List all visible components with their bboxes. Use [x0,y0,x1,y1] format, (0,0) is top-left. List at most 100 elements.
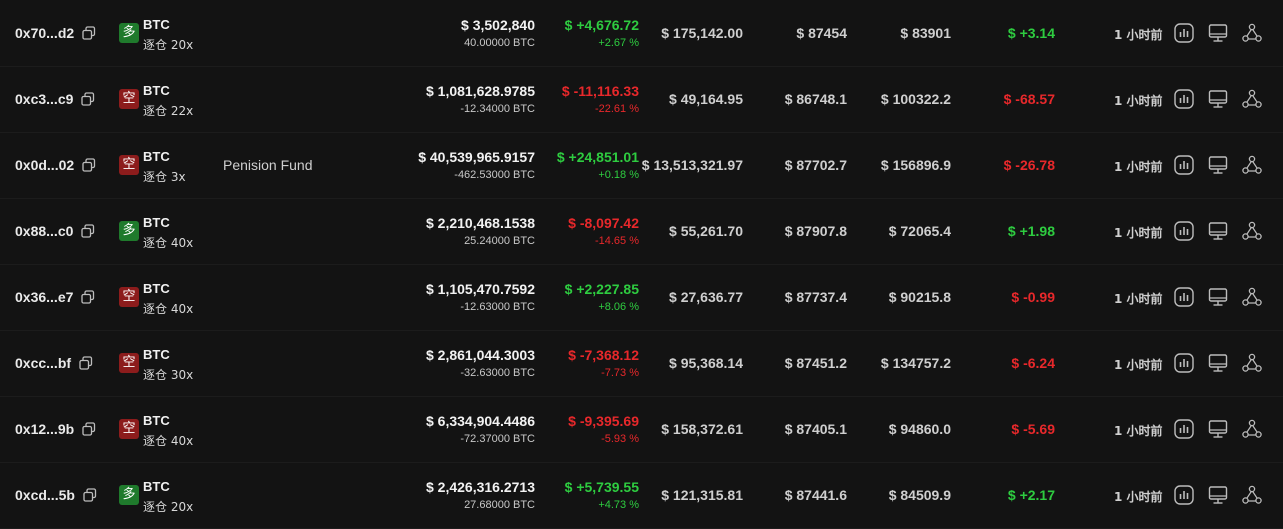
table-row[interactable]: 0xc3...c9 空 BTC 逐仓 22x $ 1,081,628.9785 … [0,66,1283,133]
wallet-address[interactable]: 0x36...e7 [15,289,95,305]
chart-icon[interactable] [1173,22,1195,44]
copy-icon[interactable] [81,92,95,106]
asset-symbol: BTC [143,479,170,494]
margin-mode: 逐仓 3x [143,170,186,184]
unrealized-pnl-percent: +4.73 % [598,499,639,511]
unrealized-pnl-percent: -22.61 % [594,103,639,115]
unrealized-pnl-percent: +8.06 % [598,301,639,313]
funding-fee: $ +3.14 [1007,25,1055,41]
chart-icon[interactable] [1173,154,1195,176]
copy-icon[interactable] [82,26,96,40]
copy-icon[interactable] [81,290,95,304]
chart-icon[interactable] [1173,352,1195,374]
table-row[interactable]: 0x70...d2 多 BTC 逐仓 20x $ 3,502,840 40.00… [0,0,1283,67]
wallet-address-text[interactable]: 0x0d...02 [15,157,74,173]
copy-icon[interactable] [79,356,93,370]
share-nodes-icon[interactable] [1241,352,1263,374]
wallet-address[interactable]: 0x88...c0 [15,223,95,239]
monitor-icon[interactable] [1207,220,1229,242]
wallet-address-text[interactable]: 0x88...c0 [15,223,73,239]
wallet-address-text[interactable]: 0xcc...bf [15,355,71,371]
wallet-address[interactable]: 0x12...9b [15,421,96,437]
unrealized-pnl: $ +4,676.72 [564,17,639,33]
share-nodes-icon[interactable] [1241,220,1263,242]
asset-symbol: BTC [143,83,170,98]
updated-time: 1 小时前 [1114,28,1163,42]
monitor-icon[interactable] [1207,418,1229,440]
share-nodes-icon[interactable] [1241,154,1263,176]
monitor-icon[interactable] [1207,484,1229,506]
position-value: $ 6,334,904.4486 [426,413,535,429]
wallet-address-text[interactable]: 0xcd...5b [15,487,75,503]
updated-time: 1 小时前 [1114,292,1163,306]
unrealized-pnl-percent: -7.73 % [601,367,639,379]
position-size: 40.00000 BTC [464,37,535,49]
monitor-icon[interactable] [1207,286,1229,308]
funding-fee: $ -68.57 [1003,91,1055,107]
share-nodes-icon[interactable] [1241,88,1263,110]
unrealized-pnl: $ +2,227.85 [564,281,639,297]
side-badge: 空 [119,287,139,307]
position-value: $ 2,861,044.3003 [426,347,535,363]
liquidation-price: $ 84509.9 [888,487,951,503]
chart-icon[interactable] [1173,418,1195,440]
chart-icon[interactable] [1173,88,1195,110]
copy-icon[interactable] [82,422,96,436]
monitor-icon[interactable] [1207,22,1229,44]
share-nodes-icon[interactable] [1241,484,1263,506]
position-value: $ 2,210,468.1538 [426,215,535,231]
table-row[interactable]: 0xcc...bf 空 BTC 逐仓 30x $ 2,861,044.3003 … [0,330,1283,397]
side-badge: 多 [119,23,139,43]
margin-amount: $ 175,142.00 [661,25,743,41]
margin-mode: 逐仓 22x [143,104,194,118]
side-badge: 空 [119,155,139,175]
position-value: $ 1,105,470.7592 [426,281,535,297]
copy-icon[interactable] [82,158,96,172]
funding-fee: $ +2.17 [1007,487,1055,503]
table-row[interactable]: 0xcd...5b 多 BTC 逐仓 20x $ 2,426,316.2713 … [0,462,1283,529]
chart-icon[interactable] [1173,286,1195,308]
position-value: $ 2,426,316.2713 [426,479,535,495]
updated-time: 1 小时前 [1114,226,1163,240]
table-row[interactable]: 0x0d...02 空 BTC 逐仓 3x Penision Fund $ 40… [0,132,1283,199]
share-nodes-icon[interactable] [1241,286,1263,308]
wallet-label: Penision Fund [223,157,313,173]
monitor-icon[interactable] [1207,352,1229,374]
wallet-address-text[interactable]: 0x36...e7 [15,289,73,305]
wallet-address[interactable]: 0xc3...c9 [15,91,95,107]
entry-price: $ 87702.7 [784,157,847,173]
wallet-address[interactable]: 0x70...d2 [15,25,96,41]
entry-price: $ 87441.6 [784,487,847,503]
chart-icon[interactable] [1173,220,1195,242]
side-badge: 空 [119,89,139,109]
table-row[interactable]: 0x88...c0 多 BTC 逐仓 40x $ 2,210,468.1538 … [0,198,1283,265]
wallet-address[interactable]: 0x0d...02 [15,157,96,173]
chart-icon[interactable] [1173,484,1195,506]
wallet-address-text[interactable]: 0xc3...c9 [15,91,73,107]
wallet-address-text[interactable]: 0x70...d2 [15,25,74,41]
copy-icon[interactable] [81,224,95,238]
monitor-icon[interactable] [1207,154,1229,176]
share-nodes-icon[interactable] [1241,418,1263,440]
position-value: $ 1,081,628.9785 [426,83,535,99]
liquidation-price: $ 100322.2 [880,91,951,107]
side-badge: 多 [119,485,139,505]
asset-symbol: BTC [143,149,170,164]
updated-time: 1 小时前 [1114,160,1163,174]
wallet-address[interactable]: 0xcd...5b [15,487,97,503]
funding-fee: $ -26.78 [1003,157,1055,173]
position-value: $ 3,502,840 [461,17,535,33]
table-row[interactable]: 0x36...e7 空 BTC 逐仓 40x $ 1,105,470.7592 … [0,264,1283,331]
entry-price: $ 87907.8 [784,223,847,239]
monitor-icon[interactable] [1207,88,1229,110]
margin-mode: 逐仓 20x [143,38,194,52]
updated-time: 1 小时前 [1114,424,1163,438]
table-row[interactable]: 0x12...9b 空 BTC 逐仓 40x $ 6,334,904.4486 … [0,396,1283,463]
margin-mode: 逐仓 20x [143,500,194,514]
share-nodes-icon[interactable] [1241,22,1263,44]
asset-symbol: BTC [143,281,170,296]
unrealized-pnl: $ +5,739.55 [564,479,639,495]
wallet-address-text[interactable]: 0x12...9b [15,421,74,437]
wallet-address[interactable]: 0xcc...bf [15,355,93,371]
copy-icon[interactable] [83,488,97,502]
